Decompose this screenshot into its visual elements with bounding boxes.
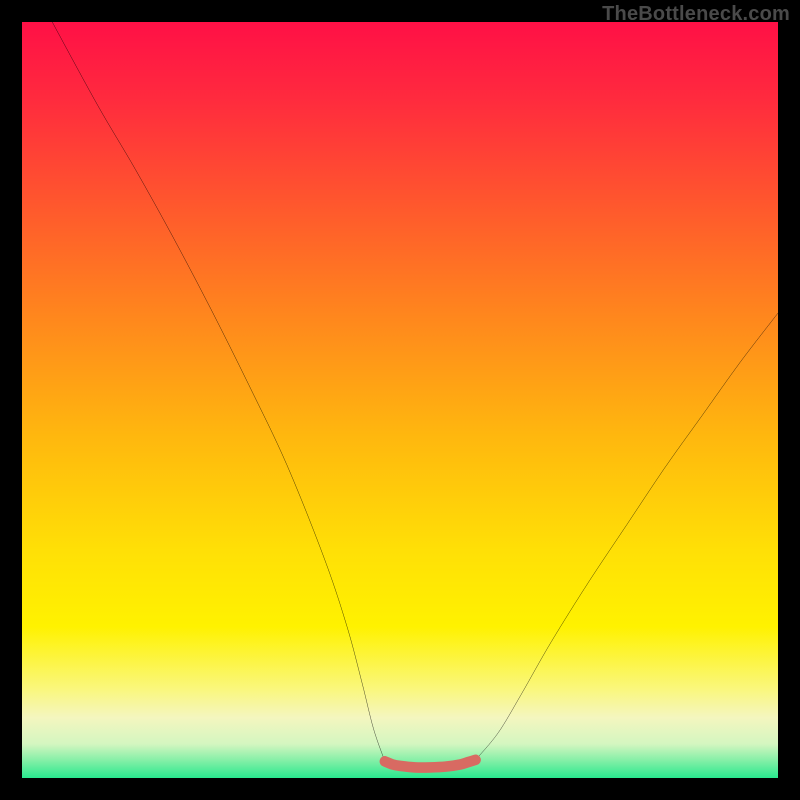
attribution-text: TheBottleneck.com: [602, 3, 790, 26]
gradient-background: [22, 22, 778, 778]
bottleneck-chart: [22, 22, 778, 778]
chart-frame: TheBottleneck.com: [0, 0, 800, 800]
